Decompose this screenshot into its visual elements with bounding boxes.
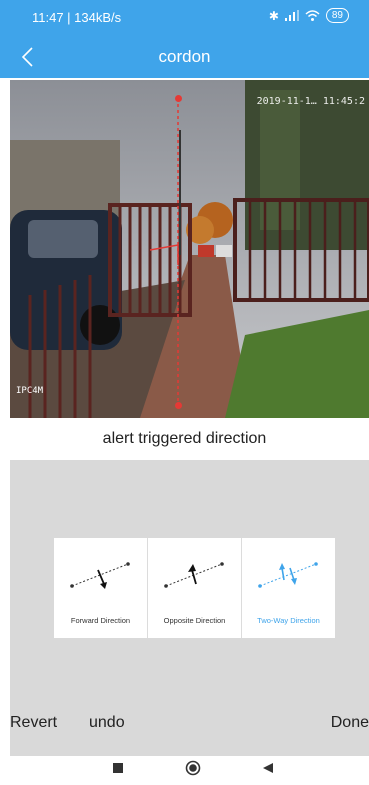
opposite-direction-option[interactable]: Opposite Direction (148, 538, 242, 638)
system-navigation-bar (0, 756, 369, 785)
battery-icon: 89 (325, 8, 349, 23)
bluetooth-icon: ✱ (268, 8, 279, 23)
camera-label: IPC4M (16, 386, 44, 396)
camera-timestamp: 2019-11-1… 11:45:2 (256, 96, 365, 107)
signal-icon (284, 10, 299, 21)
direction-panel: Forward Direction Opposite Direction Two… (10, 460, 369, 756)
two-way-direction-icon (258, 562, 318, 588)
camera-scene-image (10, 80, 369, 418)
status-time: 11:47 | 134kB/s (32, 10, 122, 25)
home-icon[interactable] (185, 760, 201, 776)
two-way-direction-label: Two-Way Direction (257, 616, 320, 625)
camera-preview[interactable]: 2019-11-1… 11:45:2 IPC4M (10, 80, 369, 418)
header: cordon (0, 36, 369, 78)
forward-direction-icon (70, 562, 130, 589)
direction-options: Forward Direction Opposite Direction Two… (54, 538, 335, 638)
undo-button[interactable]: undo (89, 714, 125, 732)
back-nav-icon[interactable] (262, 762, 274, 774)
cordon-top-handle[interactable] (175, 95, 182, 102)
cordon-bottom-handle[interactable] (175, 402, 182, 409)
section-title: alert triggered direction (102, 430, 267, 447)
forward-direction-option[interactable]: Forward Direction (54, 538, 148, 638)
status-bar: 11:47 | 134kB/s ✱ 89 (0, 0, 369, 36)
page-title: cordon (158, 47, 211, 66)
wifi-icon (305, 10, 320, 21)
recent-apps-icon[interactable] (112, 762, 124, 774)
revert-button[interactable]: Revert (10, 714, 57, 732)
opposite-direction-label: Opposite Direction (163, 616, 226, 625)
forward-direction-label: Forward Direction (70, 616, 131, 625)
two-way-direction-option[interactable]: Two-Way Direction (242, 538, 335, 638)
opposite-direction-icon (164, 562, 224, 588)
status-icons: ✱ 89 (269, 8, 349, 23)
done-button[interactable]: Done (331, 714, 369, 732)
